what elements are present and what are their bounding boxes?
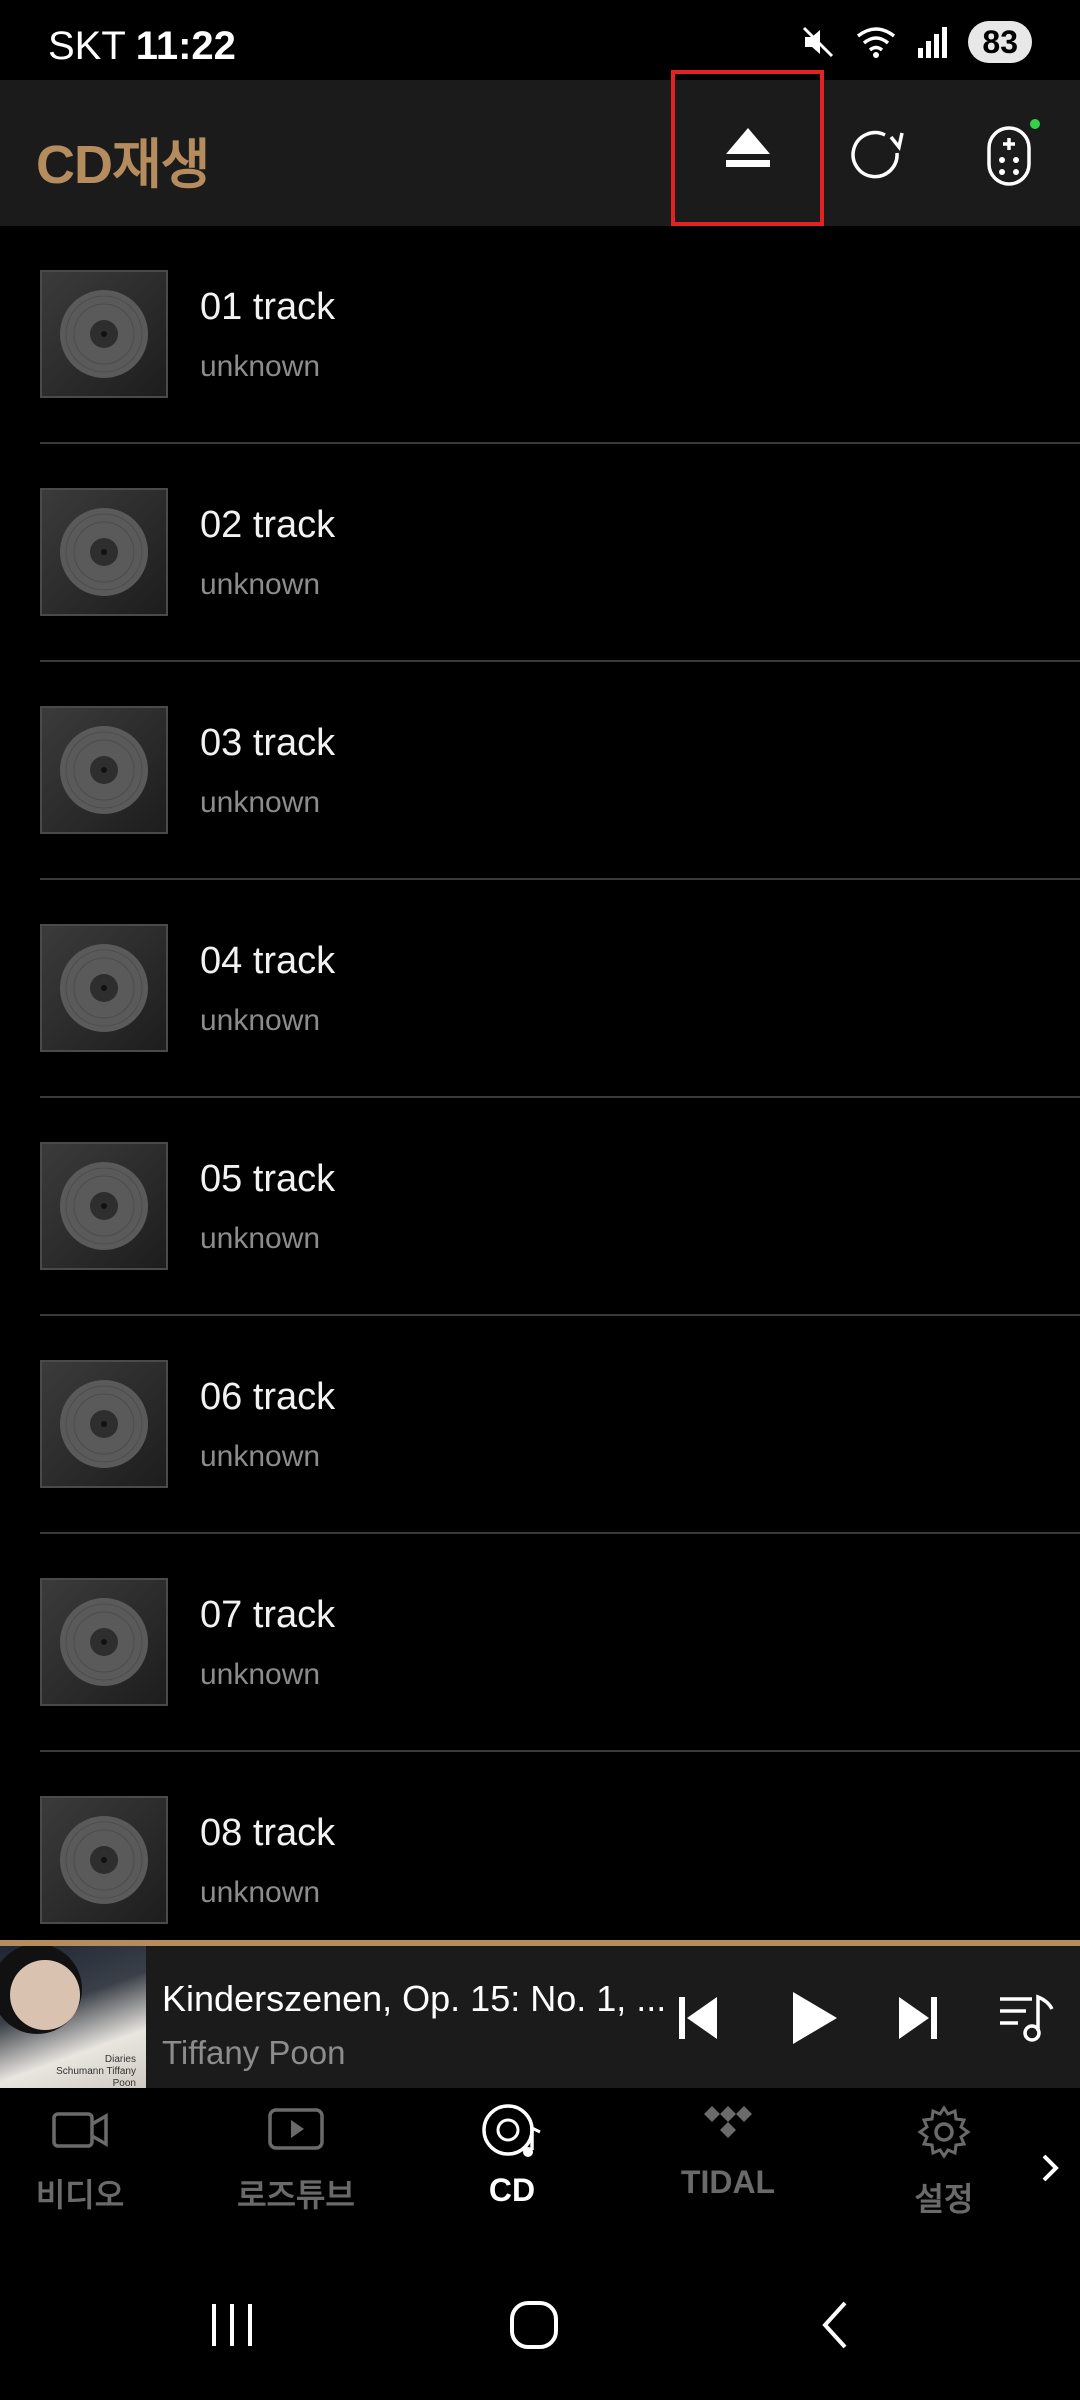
play-button[interactable] xyxy=(764,1968,864,2068)
nav-label: CD xyxy=(488,2172,536,2208)
track-artist: unknown xyxy=(200,568,321,601)
track-thumbnail xyxy=(40,1796,168,1924)
track-title: 07 track xyxy=(200,1594,336,1636)
recent-apps-button[interactable] xyxy=(172,2290,292,2360)
disc-icon xyxy=(60,508,148,596)
track-thumbnail xyxy=(40,1578,168,1706)
track-thumbnail xyxy=(40,1142,168,1270)
mini-player[interactable]: Diaries Schumann Tiffany Poon Kinderszen… xyxy=(0,1940,1080,2088)
track-artist: unknown xyxy=(200,786,321,819)
disc-icon xyxy=(60,1598,148,1686)
nav-item-video[interactable]: 비디오 xyxy=(0,2102,160,2232)
track-item[interactable]: 07 track unknown xyxy=(40,1534,1080,1752)
nav-item-rosetube[interactable]: 로즈튜브 xyxy=(216,2102,376,2232)
track-item[interactable]: 02 track unknown xyxy=(40,444,1080,662)
home-button[interactable] xyxy=(474,2290,594,2360)
track-title: 06 track xyxy=(200,1376,336,1418)
remote-button[interactable] xyxy=(936,80,1080,226)
album-art-figure xyxy=(10,1960,80,2030)
system-nav-bar xyxy=(0,2250,1080,2400)
gear-icon xyxy=(917,2105,971,2159)
play-icon xyxy=(793,1992,837,2044)
now-playing-title: Kinderszenen, Op. 15: No. 1, ... xyxy=(162,1978,667,2019)
disc-icon xyxy=(60,1162,148,1250)
nav-label: 설정 xyxy=(914,2181,974,2217)
bottom-nav: 비디오 로즈튜브 CD TIDAL 설정 xyxy=(0,2088,1080,2250)
track-title: 05 track xyxy=(200,1158,336,1200)
signal-icon xyxy=(918,27,948,58)
nav-more-button[interactable] xyxy=(1030,2138,1070,2198)
back-icon xyxy=(822,2301,847,2349)
page-title: CD재생 xyxy=(36,135,210,195)
track-thumbnail xyxy=(40,924,168,1052)
back-button[interactable] xyxy=(776,2290,896,2360)
status-left: SKT 11:22 xyxy=(48,24,236,69)
track-artist: unknown xyxy=(200,1876,321,1909)
nav-label: 비디오 xyxy=(35,2177,125,2213)
now-playing-artist: Tiffany Poon xyxy=(162,2034,346,2071)
disc-icon xyxy=(60,1816,148,1904)
track-title: 08 track xyxy=(200,1812,336,1854)
track-item[interactable]: 01 track unknown xyxy=(40,226,1080,444)
disc-icon xyxy=(60,944,148,1032)
chevron-right-icon xyxy=(1042,2154,1059,2182)
track-title: 02 track xyxy=(200,504,336,546)
skip-next-icon xyxy=(899,1997,937,2039)
track-artist: unknown xyxy=(200,1004,321,1037)
clock: 11:22 xyxy=(135,24,236,68)
track-artist: unknown xyxy=(200,1222,321,1255)
track-thumbnail xyxy=(40,270,168,398)
track-title: 03 track xyxy=(200,722,336,764)
playlist-music-icon xyxy=(1000,1994,1054,2042)
recent-apps-icon xyxy=(212,2304,252,2346)
track-thumbnail xyxy=(40,1360,168,1488)
queue-button[interactable] xyxy=(976,1968,1076,2068)
home-icon xyxy=(510,2301,558,2349)
remote-icon xyxy=(987,119,1040,186)
status-bar: SKT 11:22 83 xyxy=(0,0,1080,80)
track-item[interactable]: 03 track unknown xyxy=(40,662,1080,880)
track-artist: unknown xyxy=(200,350,321,383)
track-item[interactable]: 04 track unknown xyxy=(40,880,1080,1098)
play-box-icon xyxy=(268,2108,324,2150)
refresh-button[interactable] xyxy=(800,80,950,226)
disc-icon xyxy=(60,726,148,814)
refresh-icon xyxy=(851,130,904,179)
eject-icon xyxy=(725,128,770,167)
track-artist: unknown xyxy=(200,1440,321,1473)
track-title: 01 track xyxy=(200,286,336,328)
track-item[interactable]: 08 track unknown xyxy=(40,1752,1080,1946)
disc-icon xyxy=(60,290,148,378)
tidal-icon xyxy=(704,2106,752,2138)
nav-label: 로즈튜브 xyxy=(237,2177,355,2213)
cd-icon xyxy=(482,2104,541,2157)
skip-previous-icon xyxy=(679,1997,717,2039)
next-button[interactable] xyxy=(868,1968,968,2068)
track-title: 04 track xyxy=(200,940,336,982)
track-thumbnail xyxy=(40,488,168,616)
video-icon xyxy=(52,2112,108,2148)
wifi-icon xyxy=(857,27,896,58)
track-thumbnail xyxy=(40,706,168,834)
album-art-caption: Diaries Schumann Tiffany Poon xyxy=(56,2054,136,2088)
disc-icon xyxy=(60,1380,148,1468)
battery-indicator: 83 xyxy=(968,21,1032,63)
album-art[interactable]: Diaries Schumann Tiffany Poon xyxy=(0,1946,146,2088)
nav-item-settings[interactable]: 설정 xyxy=(864,2102,1024,2232)
app-header: CD재생 xyxy=(0,70,1080,226)
nav-label: TIDAL xyxy=(680,2164,776,2200)
track-item[interactable]: 05 track unknown xyxy=(40,1098,1080,1316)
track-artist: unknown xyxy=(200,1658,321,1691)
mute-icon xyxy=(803,26,834,58)
nav-item-tidal[interactable]: TIDAL xyxy=(648,2102,808,2232)
carrier-label: SKT xyxy=(48,24,126,68)
previous-button[interactable] xyxy=(648,1968,748,2068)
track-item[interactable]: 06 track unknown xyxy=(40,1316,1080,1534)
nav-item-cd[interactable]: CD xyxy=(432,2102,592,2232)
status-icons: 83 xyxy=(800,20,1032,64)
track-list: 01 track unknown 02 track unknown 03 tra… xyxy=(0,226,1080,1946)
